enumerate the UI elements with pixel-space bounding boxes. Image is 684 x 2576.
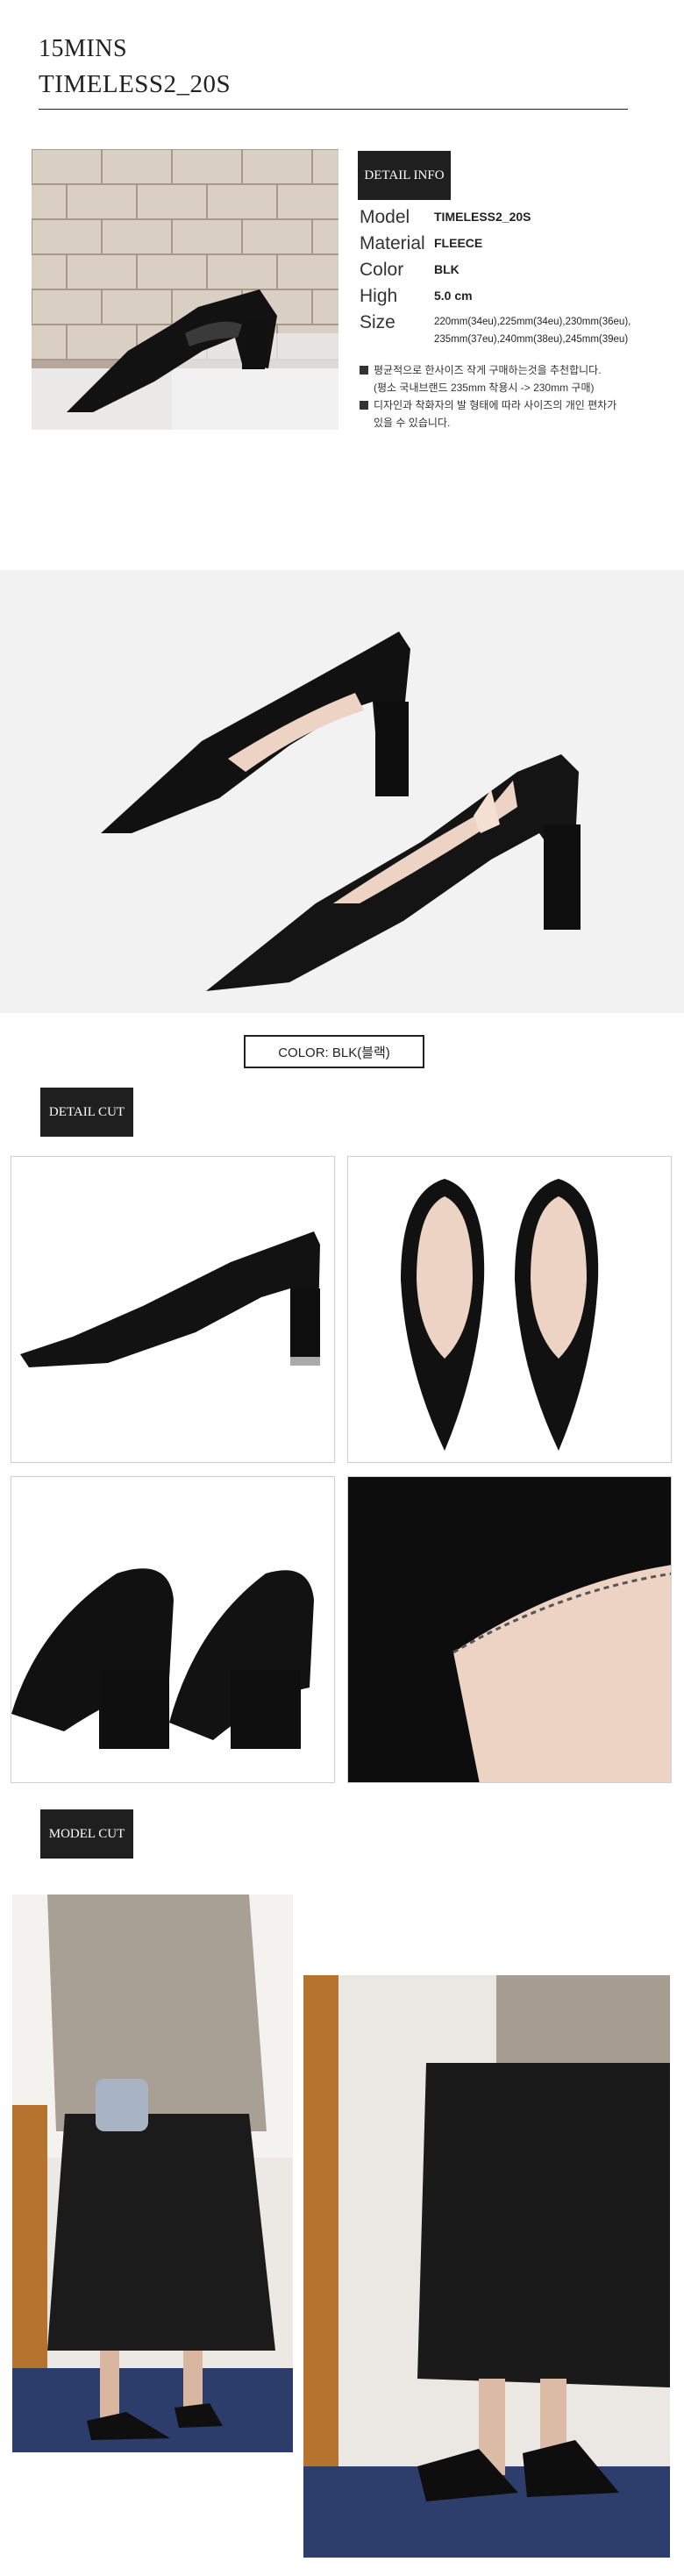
spec-label: Material (360, 233, 425, 253)
note-item: 디자인과 착화자의 발 형태에 따라 사이즈의 개인 편차가 (360, 396, 658, 414)
spec-label: Color (360, 260, 404, 280)
detail-cut-badge: DETAIL CUT (40, 1088, 133, 1137)
spec-table: Model TIMELESS2_20S Material FLEECE Colo… (360, 207, 649, 356)
header-divider (39, 109, 628, 110)
spec-value: 220mm(34eu),225mm(34eu),230mm(36eu), 235… (434, 317, 631, 345)
spec-value: TIMELESS2_20S (434, 210, 531, 224)
spec-row-material: Material FLEECE (360, 233, 649, 260)
note-text: (평소 국내브랜드 235mm 착용시 -> 230mm 구매) (374, 382, 595, 394)
note-text: 디자인과 착화자의 발 형태에 따라 사이즈의 개인 편차가 (374, 399, 617, 411)
detail-photo-top-view (347, 1156, 672, 1463)
hero-product-photo (32, 149, 338, 430)
main-product-photo (0, 570, 684, 1013)
detail-photo-heel-view (11, 1476, 335, 1783)
model-photo-front (12, 1895, 293, 2452)
detail-photo-closeup (347, 1476, 672, 1783)
spec-row-size: Size 220mm(34eu),225mm(34eu),230mm(36eu)… (360, 312, 649, 356)
spec-label: High (360, 286, 398, 306)
note-text: 평균적으로 한사이즈 작게 구매하는것을 추천합니다. (374, 364, 602, 376)
square-bullet-icon (360, 366, 368, 375)
product-title: TIMELESS2_20S (39, 70, 232, 98)
spec-value: FLEECE (434, 236, 483, 250)
spec-row-color: Color BLK (360, 260, 649, 286)
detail-photo-side-view (11, 1156, 335, 1463)
size-notes: 평균적으로 한사이즈 작게 구매하는것을 추천합니다. (평소 국내브랜드 23… (360, 361, 658, 432)
square-bullet-icon (360, 401, 368, 410)
spec-label: Size (360, 312, 395, 332)
detail-info-badge: DETAIL INFO (358, 151, 451, 200)
spec-label: Model (360, 207, 410, 227)
spec-value: BLK (434, 262, 460, 276)
note-item: 평균적으로 한사이즈 작게 구매하는것을 추천합니다. (360, 361, 658, 379)
model-photo-side (303, 1975, 670, 2558)
spec-row-model: Model TIMELESS2_20S (360, 207, 649, 233)
spec-value: 5.0 cm (434, 289, 473, 303)
spec-row-high: High 5.0 cm (360, 286, 649, 312)
brand-name: 15MINS (39, 35, 128, 62)
note-text: 있을 수 있습니다. (374, 417, 451, 429)
color-label-box: COLOR: BLK(블랙) (244, 1035, 424, 1068)
model-cut-badge: MODEL CUT (40, 1809, 133, 1859)
